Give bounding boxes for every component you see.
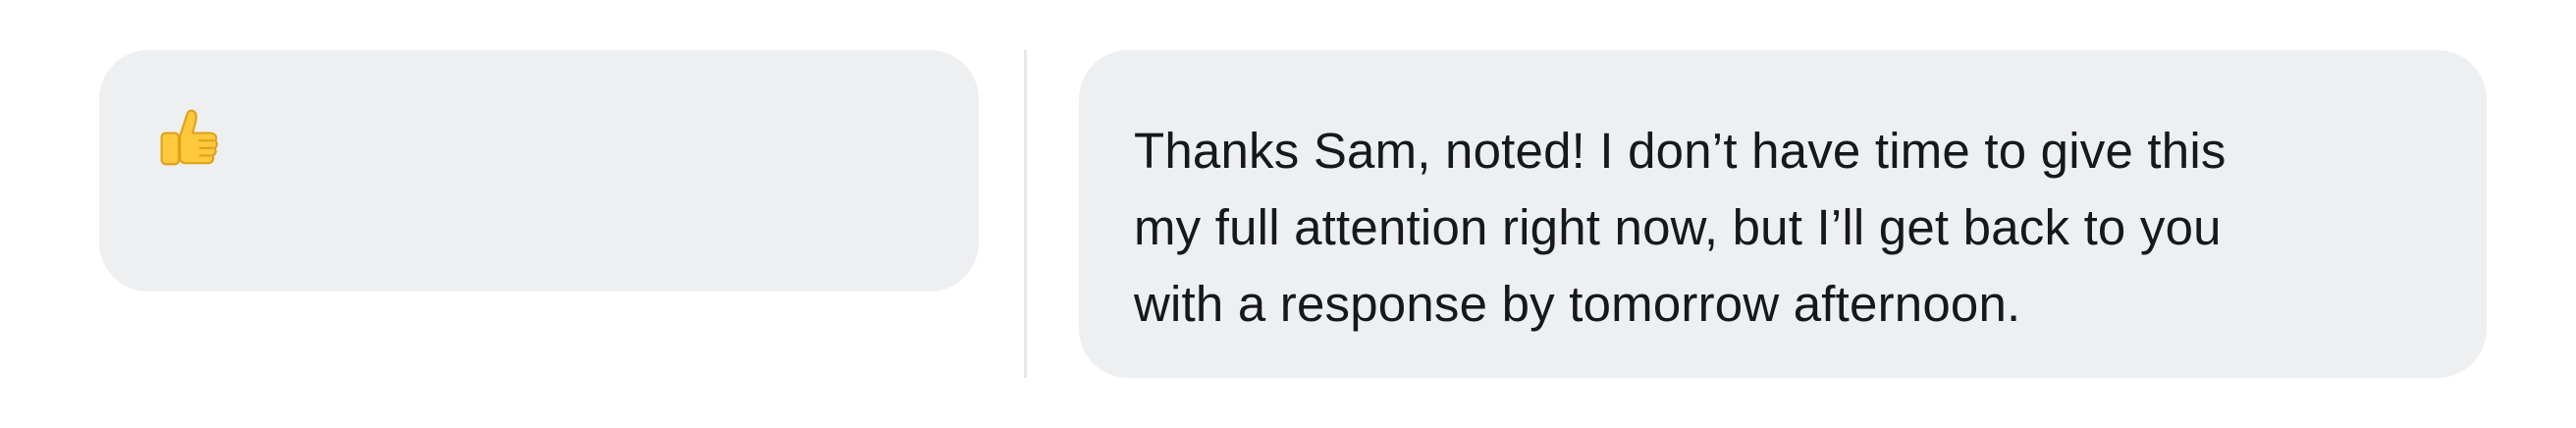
emoji-message-bubble[interactable]: [99, 50, 979, 292]
text-message-bubble[interactable]: Thanks Sam, noted! I don’t have time to …: [1079, 50, 2487, 378]
message-text: Thanks Sam, noted! I don’t have time to …: [1134, 123, 2227, 332]
thumbs-up-icon: [154, 104, 223, 173]
message-divider: [1024, 50, 1027, 378]
